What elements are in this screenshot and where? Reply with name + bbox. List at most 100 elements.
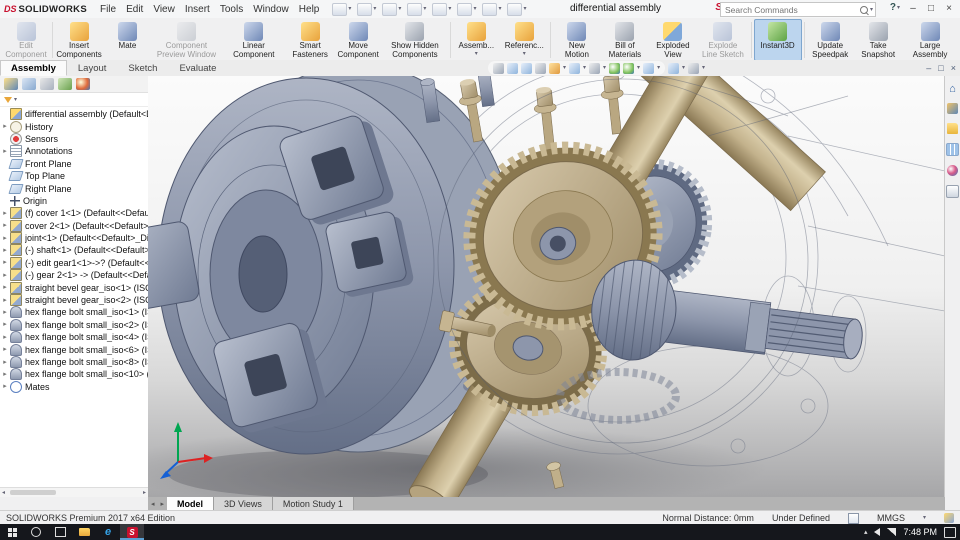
help-button[interactable]: ? ▾ bbox=[890, 2, 900, 13]
tree-item-top-plane[interactable]: Top Plane bbox=[0, 170, 148, 182]
open-document-button[interactable]: ▾ bbox=[357, 2, 376, 16]
tab-motion-study-1[interactable]: Motion Study 1 bbox=[272, 497, 354, 510]
menu-tools[interactable]: Tools bbox=[215, 4, 248, 15]
tree-item-bevel-gear2[interactable]: ▸straight bevel gear_iso<2> (ISO - ... bbox=[0, 294, 148, 307]
expand-arrow-icon[interactable]: ▸ bbox=[0, 371, 10, 378]
expand-arrow-icon[interactable]: ▸ bbox=[0, 259, 10, 266]
expand-arrow-icon[interactable]: ▸ bbox=[0, 235, 10, 242]
network-icon[interactable] bbox=[887, 528, 897, 536]
tree-item-bolt1[interactable]: ▸hex flange bolt small_iso<1> (ISO... bbox=[0, 306, 148, 319]
tab-layout[interactable]: Layout bbox=[67, 60, 118, 76]
menu-window[interactable]: Window bbox=[248, 4, 294, 15]
expand-arrow-icon[interactable]: ▸ bbox=[0, 272, 10, 279]
expand-arrow-icon[interactable]: ▸ bbox=[0, 309, 10, 316]
edit-appearance-icon[interactable] bbox=[609, 62, 621, 74]
tree-item-sensors[interactable]: Sensors bbox=[0, 132, 148, 145]
expand-arrow-icon[interactable]: ▸ bbox=[0, 334, 10, 341]
take-snapshot-button[interactable]: Take Snapshot bbox=[854, 19, 902, 61]
new-motion-study-button[interactable]: New Motion Study bbox=[553, 19, 601, 68]
tree-item-origin[interactable]: Origin bbox=[0, 195, 148, 207]
rebuild-button[interactable]: ▾ bbox=[482, 2, 501, 16]
instant3d-button[interactable]: Instant3D bbox=[753, 19, 802, 61]
units-selector[interactable]: MMGS bbox=[877, 513, 905, 523]
options-button[interactable]: ▾ bbox=[507, 2, 526, 16]
assembly-features-button[interactable]: Assemb... ▾ bbox=[452, 19, 500, 61]
appearances-icon[interactable] bbox=[947, 165, 958, 176]
featuremanager-tab-icon[interactable] bbox=[4, 78, 18, 90]
tree-item-bolt4[interactable]: ▸hex flange bolt small_iso<4> (ISO... bbox=[0, 331, 148, 344]
tree-item-bolt6[interactable]: ▸hex flange bolt small_iso<6> (ISO... bbox=[0, 343, 148, 356]
show-hidden-components-button[interactable]: Show Hidden Components bbox=[382, 19, 448, 61]
start-button[interactable] bbox=[0, 524, 24, 540]
tree-item-edit-gear1[interactable]: ▸(-) edit gear1<1>->? (Default<<Defa... bbox=[0, 256, 148, 269]
dimxpertmanager-tab-icon[interactable] bbox=[58, 78, 72, 90]
tree-item-bolt2[interactable]: ▸hex flange bolt small_iso<2> (ISO... bbox=[0, 318, 148, 331]
expand-arrow-icon[interactable]: ▸ bbox=[0, 247, 10, 254]
close-button[interactable]: × bbox=[940, 0, 958, 17]
tree-filter-row[interactable]: ▾ bbox=[0, 93, 148, 107]
scrollbar-thumb[interactable] bbox=[10, 490, 57, 495]
tree-item-annotations[interactable]: ▸ Annotations bbox=[0, 145, 148, 158]
scroll-right-icon[interactable]: ▸ bbox=[141, 489, 148, 496]
expand-arrow-icon[interactable]: ▸ bbox=[0, 148, 10, 155]
expand-arrow-icon[interactable]: ▸ bbox=[0, 297, 10, 304]
expand-arrow-icon[interactable]: ▸ bbox=[0, 321, 10, 328]
tree-horizontal-scrollbar[interactable]: ◂ ▸ bbox=[0, 487, 148, 497]
large-assembly-mode-button[interactable]: Large Assembly Mode bbox=[902, 19, 958, 68]
tab-sketch[interactable]: Sketch bbox=[117, 60, 168, 76]
smart-fasteners-button[interactable]: Smart Fasteners bbox=[286, 19, 334, 61]
tree-item-front-plane[interactable]: Front Plane bbox=[0, 158, 148, 170]
expand-arrow-icon[interactable]: ▸ bbox=[0, 383, 10, 390]
tree-item-bevel-gear1[interactable]: ▸straight bevel gear_iso<1> (ISO - ... bbox=[0, 281, 148, 294]
configurationmanager-tab-icon[interactable] bbox=[40, 78, 54, 90]
doc-minimize-icon[interactable]: – bbox=[926, 63, 931, 73]
section-view-icon[interactable] bbox=[535, 62, 546, 74]
minimize-button[interactable]: – bbox=[904, 0, 922, 17]
3d-viewport[interactable] bbox=[148, 76, 945, 497]
view-palette-icon[interactable] bbox=[946, 143, 959, 156]
tab-model[interactable]: Model bbox=[167, 497, 215, 510]
mate-button[interactable]: Mate bbox=[103, 19, 151, 61]
expand-arrow-icon[interactable]: ▸ bbox=[0, 284, 10, 291]
bill-of-materials-button[interactable]: Bill of Materials▾ bbox=[601, 19, 649, 66]
view-settings-icon[interactable] bbox=[643, 62, 655, 74]
save-button[interactable]: ▾ bbox=[382, 2, 401, 16]
linear-component-pattern-button[interactable]: Linear Component Pattern▾ bbox=[221, 19, 286, 74]
file-explorer-icon[interactable] bbox=[947, 123, 958, 134]
edge-button[interactable]: e bbox=[96, 524, 120, 540]
tab-scroll-left-icon[interactable]: ◂ bbox=[148, 497, 158, 510]
tree-item-right-plane[interactable]: Right Plane bbox=[0, 182, 148, 194]
tree-item-shaft[interactable]: ▸(-) shaft<1> (Default<<Default>_Dis... bbox=[0, 244, 148, 257]
tree-item-joint[interactable]: ▸joint<1> (Default<<Default>_Display... bbox=[0, 232, 148, 245]
apply-scene-icon[interactable] bbox=[623, 62, 635, 74]
select-button[interactable]: ▾ bbox=[457, 2, 476, 16]
task-view-button[interactable] bbox=[48, 524, 72, 540]
expand-arrow-icon[interactable]: ▸ bbox=[0, 359, 10, 366]
new-document-button[interactable]: ▾ bbox=[332, 2, 351, 16]
solidworks-taskbar-button[interactable]: S bbox=[120, 524, 144, 540]
exploded-view-button[interactable]: Exploded View▾ bbox=[649, 19, 697, 66]
hide-show-items-icon[interactable] bbox=[589, 62, 601, 74]
solidworks-resources-icon[interactable]: ⌂ bbox=[949, 84, 956, 95]
tab-3d-views[interactable]: 3D Views bbox=[214, 497, 273, 510]
filter-funnel-icon[interactable] bbox=[4, 96, 12, 103]
expand-arrow-icon[interactable]: ▸ bbox=[0, 346, 10, 353]
tree-item-bolt10[interactable]: ▸hex flange bolt small_iso<10> (IS... bbox=[0, 368, 148, 381]
custom-properties-icon[interactable] bbox=[946, 185, 959, 198]
zoom-to-area-icon[interactable] bbox=[507, 62, 518, 74]
search-input[interactable] bbox=[723, 3, 860, 16]
zoom-to-fit-icon[interactable] bbox=[493, 62, 504, 74]
hidden-icons-chevron[interactable]: ▴ bbox=[864, 528, 868, 536]
component-preview-window-button[interactable]: Component Preview Window bbox=[151, 19, 221, 61]
tab-assembly[interactable]: Assembly bbox=[0, 60, 67, 76]
displaymanager-tab-icon[interactable] bbox=[76, 78, 90, 90]
search-icon[interactable] bbox=[859, 5, 868, 14]
explode-line-sketch-button[interactable]: Explode Line Sketch bbox=[697, 19, 749, 61]
menu-insert[interactable]: Insert bbox=[180, 4, 215, 15]
menu-edit[interactable]: Edit bbox=[121, 4, 148, 15]
search-button[interactable] bbox=[24, 524, 48, 540]
design-library-icon[interactable] bbox=[947, 103, 958, 114]
tree-item-gear2[interactable]: ▸(-) gear 2<1> -> (Default<<Default>... bbox=[0, 269, 148, 282]
tab-scroll-right-icon[interactable]: ▸ bbox=[158, 497, 168, 510]
tree-item-bolt8[interactable]: ▸hex flange bolt small_iso<8> (ISO... bbox=[0, 356, 148, 368]
